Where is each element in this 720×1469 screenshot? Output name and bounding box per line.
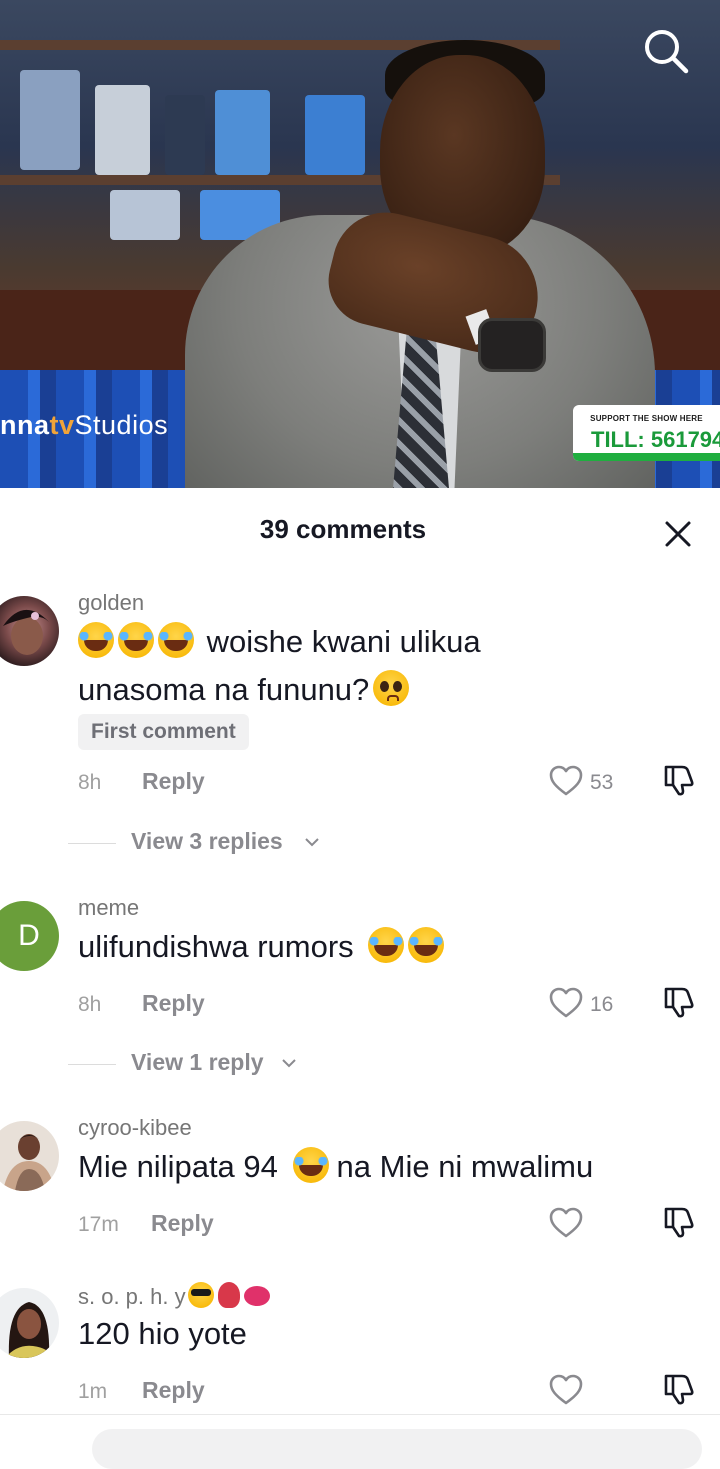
comment-text-line: na Mie ni mwalimu <box>336 1149 594 1184</box>
background-bottle <box>305 95 365 175</box>
rose-emoji-icon <box>217 1282 240 1308</box>
chevron-down-icon <box>282 1059 296 1068</box>
reply-button[interactable]: Reply <box>142 990 205 1017</box>
view-replies-button[interactable]: View 3 replies <box>0 826 720 862</box>
avatar-letter: D <box>18 919 40 952</box>
comment-text: ulifundishwa rumors <box>78 923 698 971</box>
comment-text: 120 hio yote <box>78 1316 247 1351</box>
comment-time: 17m <box>78 1213 119 1236</box>
reply-button[interactable]: Reply <box>151 1210 214 1237</box>
sunglasses-emoji-icon <box>187 1282 214 1308</box>
comment-username[interactable]: s. o. p. h. y <box>78 1282 274 1310</box>
laughing-emoji-icon <box>292 1147 329 1183</box>
comment-item: cyroo-kibee Mie nilipata 94 na Mie ni mw… <box>0 1111 720 1271</box>
support-banner: SUPPORT THE SHOW HERE TILL: 561794 <box>573 405 720 461</box>
view-replies-button[interactable]: View 1 reply <box>0 1047 720 1083</box>
dislike-icon[interactable] <box>662 985 696 1019</box>
heart-icon[interactable] <box>549 1374 583 1406</box>
avatar[interactable] <box>0 1288 59 1358</box>
till-number: TILL: 561794 <box>591 427 720 452</box>
reply-button[interactable]: Reply <box>142 1377 205 1404</box>
support-banner-text: SUPPORT THE SHOW HERE <box>590 414 703 423</box>
kiss-mark-emoji-icon <box>243 1286 270 1306</box>
banner-stripe <box>573 453 720 461</box>
sunglasses-shape <box>190 1289 211 1296</box>
pleading-face-emoji-icon <box>373 670 410 706</box>
view-replies-label: View 1 reply <box>131 1049 264 1075</box>
dislike-icon[interactable] <box>662 1372 696 1406</box>
laughing-emoji-icon <box>368 927 405 963</box>
comment-time: 8h <box>78 771 102 794</box>
comment-text-line: Mie nilipata 94 <box>78 1149 278 1184</box>
avatar-image <box>3 609 49 655</box>
like-count: 16 <box>590 993 614 1016</box>
presenter-watch <box>478 318 546 372</box>
comment-input[interactable] <box>92 1429 702 1469</box>
comments-count-title: 39 comments <box>259 514 427 544</box>
heart-icon[interactable] <box>549 987 583 1019</box>
comment-username[interactable]: meme <box>78 895 139 921</box>
comment-time: 1m <box>78 1380 108 1403</box>
laughing-emoji-icon <box>408 927 445 963</box>
avatar-image <box>5 1302 53 1358</box>
comment-text: Mie nilipata 94 na Mie ni mwalimu <box>78 1143 718 1191</box>
replies-divider-line <box>68 843 116 844</box>
search-icon <box>645 30 689 74</box>
avatar-image <box>3 1134 55 1191</box>
comment-time: 8h <box>78 993 102 1016</box>
like-count: 53 <box>590 771 614 794</box>
background-bottle <box>215 90 270 175</box>
comments-sheet: 39 comments golden woishe kwani ulikua u… <box>0 488 720 1469</box>
replies-divider-line <box>68 1064 116 1065</box>
comment-text-line: ulifundishwa rumors <box>78 929 354 964</box>
view-replies-label: View 3 replies <box>131 828 283 854</box>
comment-item: s. o. p. h. y 120 hio yote 1m Reply <box>0 1278 720 1418</box>
first-comment-badge: First comment <box>78 714 249 750</box>
input-divider <box>0 1414 720 1415</box>
avatar[interactable]: D <box>0 901 59 971</box>
comment-text: woishe kwani ulikua unasoma na fununu? <box>78 618 698 714</box>
channel-logo: nnatvStudios <box>0 410 169 440</box>
avatar[interactable] <box>0 1121 59 1191</box>
laughing-emoji-icon <box>118 622 154 658</box>
avatar[interactable] <box>0 596 59 666</box>
dislike-icon[interactable] <box>662 1205 696 1239</box>
comment-username[interactable]: golden <box>78 590 144 616</box>
chevron-down-icon <box>305 838 319 847</box>
background-bottle <box>95 85 150 175</box>
comment-username[interactable]: cyroo-kibee <box>78 1115 192 1141</box>
background-bottle <box>165 95 205 175</box>
dislike-icon[interactable] <box>662 763 696 797</box>
comment-item: D meme ulifundishwa rumors 8h Reply 16 V… <box>0 891 720 1091</box>
heart-icon[interactable] <box>549 1207 583 1239</box>
comment-item: golden woishe kwani ulikua unasoma na fu… <box>0 586 720 854</box>
background-bottle <box>20 70 80 170</box>
heart-icon[interactable] <box>549 765 583 797</box>
video-player[interactable]: nnatvStudios SUPPORT THE SHOW HERE TILL:… <box>0 0 720 488</box>
comment-username-text: s. o. p. h. y <box>78 1284 186 1309</box>
laughing-emoji-icon <box>78 622 114 658</box>
close-icon <box>665 521 691 547</box>
reply-button[interactable]: Reply <box>142 768 205 795</box>
comment-text-line: unasoma na fununu? <box>78 672 370 707</box>
comment-text-line: woishe kwani ulikua <box>206 624 481 659</box>
close-button[interactable] <box>660 516 696 552</box>
laughing-emoji-icon <box>158 622 194 658</box>
search-button[interactable] <box>641 26 691 76</box>
background-bottle <box>110 190 180 240</box>
